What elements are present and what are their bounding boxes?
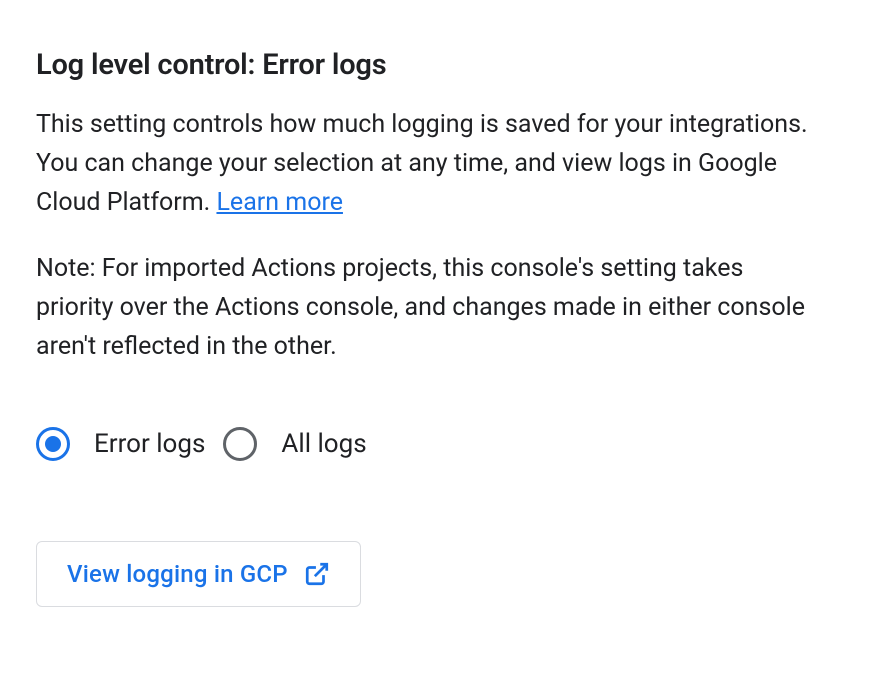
radio-label-error-logs: Error logs bbox=[94, 429, 205, 459]
radio-option-all-logs[interactable]: All logs bbox=[223, 427, 366, 461]
radio-option-error-logs[interactable]: Error logs bbox=[36, 427, 205, 461]
description-text: This setting controls how much logging i… bbox=[36, 106, 816, 222]
note-text: Note: For imported Actions projects, thi… bbox=[36, 250, 826, 366]
radio-label-all-logs: All logs bbox=[281, 429, 366, 459]
learn-more-link[interactable]: Learn more bbox=[216, 188, 342, 217]
view-logging-button[interactable]: View logging in GCP bbox=[36, 541, 361, 607]
radio-unselected-icon bbox=[223, 427, 257, 461]
view-logging-label: View logging in GCP bbox=[67, 560, 288, 588]
description-body: This setting controls how much logging i… bbox=[36, 110, 808, 217]
radio-selected-icon bbox=[36, 427, 70, 461]
external-link-icon bbox=[304, 561, 330, 587]
section-heading: Log level control: Error logs bbox=[36, 48, 858, 82]
log-level-radio-group: Error logs All logs bbox=[36, 427, 858, 461]
